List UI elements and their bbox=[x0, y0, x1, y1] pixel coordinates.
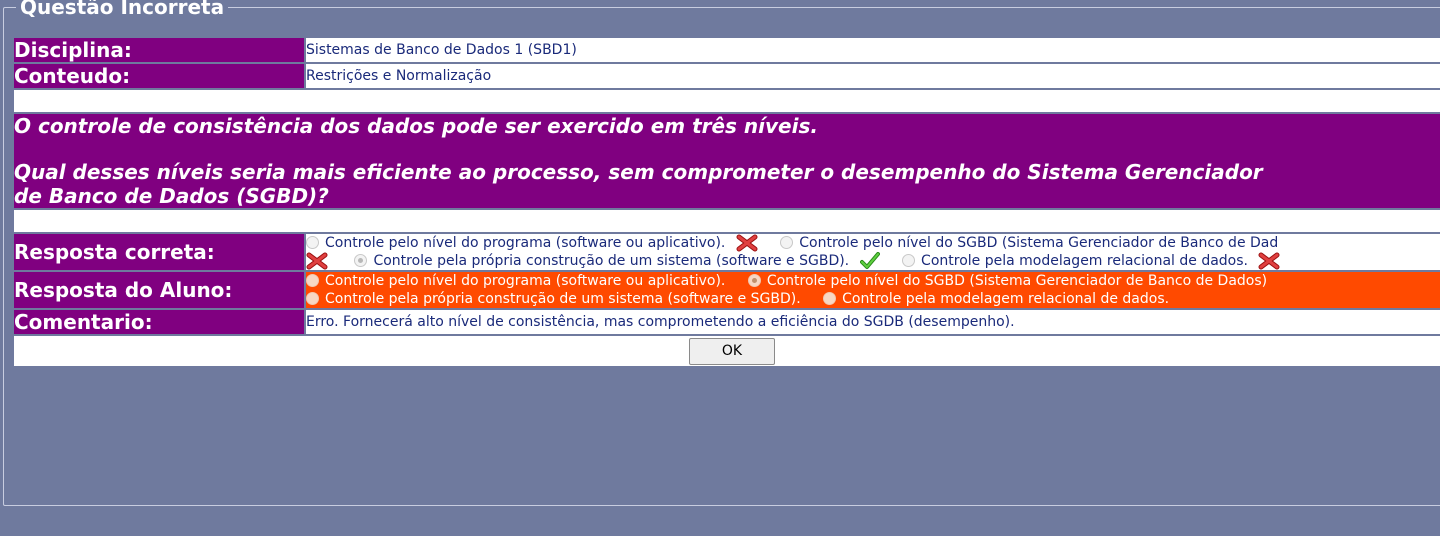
spacer-row-2 bbox=[14, 210, 1440, 232]
student-option-4[interactable]: Controle pela modelagem relacional de da… bbox=[823, 290, 1169, 308]
student-option-2[interactable]: Controle pelo nível do SGBD (Sistema Ger… bbox=[747, 272, 1267, 290]
ok-row: OK bbox=[14, 336, 1440, 366]
conteudo-value: Restrições e Normalização bbox=[306, 64, 1440, 88]
correct-option-4[interactable]: Controle pela modelagem relacional de da… bbox=[902, 252, 1280, 270]
disciplina-value: Sistemas de Banco de Dados 1 (SBD1) bbox=[306, 38, 1440, 62]
spacer-cell bbox=[14, 90, 1440, 112]
radio-icon[interactable] bbox=[306, 291, 319, 305]
student-option-3[interactable]: Controle pela própria construção de um s… bbox=[306, 290, 801, 308]
comentario-row: Comentario: Erro. Fornecerá alto nível d… bbox=[14, 310, 1440, 334]
ok-cell: OK bbox=[14, 336, 1440, 366]
question-row: O controle de consistência dos dados pod… bbox=[14, 114, 1440, 208]
spacer-cell-2 bbox=[14, 210, 1440, 232]
conteudo-row: Conteudo: Restrições e Normalização bbox=[14, 64, 1440, 88]
spacer-row bbox=[14, 90, 1440, 112]
question-text: O controle de consistência dos dados pod… bbox=[14, 114, 1440, 208]
resposta-aluno-options: Controle pelo nível do programa (softwar… bbox=[306, 272, 1440, 308]
correct-option-2[interactable]: Controle pelo nível do SGBD (Sistema Ger… bbox=[780, 234, 1278, 252]
question-line-1: O controle de consistência dos dados pod… bbox=[14, 114, 818, 138]
radio-icon[interactable] bbox=[354, 253, 368, 267]
comentario-label: Comentario: bbox=[14, 310, 304, 334]
radio-icon[interactable] bbox=[823, 291, 837, 305]
x-icon bbox=[736, 234, 758, 252]
correct-option-1[interactable]: Controle pelo nível do programa (softwar… bbox=[306, 234, 758, 252]
panel-title: Questão Incorreta bbox=[16, 0, 229, 18]
resposta-aluno-label: Resposta do Aluno: bbox=[14, 272, 304, 308]
disciplina-row: Disciplina: Sistemas de Banco de Dados 1… bbox=[14, 38, 1440, 62]
question-line-2: Qual desses níveis seria mais eficiente … bbox=[14, 160, 1263, 184]
student-option-1[interactable]: Controle pelo nível do programa (softwar… bbox=[306, 272, 725, 290]
question-table: Disciplina: Sistemas de Banco de Dados 1… bbox=[12, 36, 1440, 368]
radio-icon[interactable] bbox=[780, 235, 794, 249]
resposta-correta-label: Resposta correta: bbox=[14, 234, 304, 270]
question-line-3: de Banco de Dados (SGBD)? bbox=[14, 184, 329, 208]
radio-icon[interactable] bbox=[306, 235, 319, 249]
radio-icon[interactable] bbox=[902, 253, 916, 267]
correct-option-3[interactable]: Controle pela própria construção de um s… bbox=[354, 252, 880, 270]
x-icon bbox=[1258, 252, 1280, 270]
resposta-correta-options: Controle pelo nível do programa (softwar… bbox=[306, 234, 1440, 270]
comentario-value: Erro. Fornecerá alto nível de consistênc… bbox=[306, 310, 1440, 334]
check-icon bbox=[859, 252, 880, 269]
disciplina-label: Disciplina: bbox=[14, 38, 304, 62]
radio-icon[interactable] bbox=[306, 273, 319, 287]
resposta-correta-row: Resposta correta: Controle pelo nível do… bbox=[14, 234, 1440, 270]
radio-icon[interactable] bbox=[747, 273, 761, 287]
ok-button[interactable]: OK bbox=[689, 337, 775, 365]
conteudo-label: Conteudo: bbox=[14, 64, 304, 88]
x-icon bbox=[306, 252, 328, 270]
resposta-aluno-row: Resposta do Aluno: Controle pelo nível d… bbox=[14, 272, 1440, 308]
